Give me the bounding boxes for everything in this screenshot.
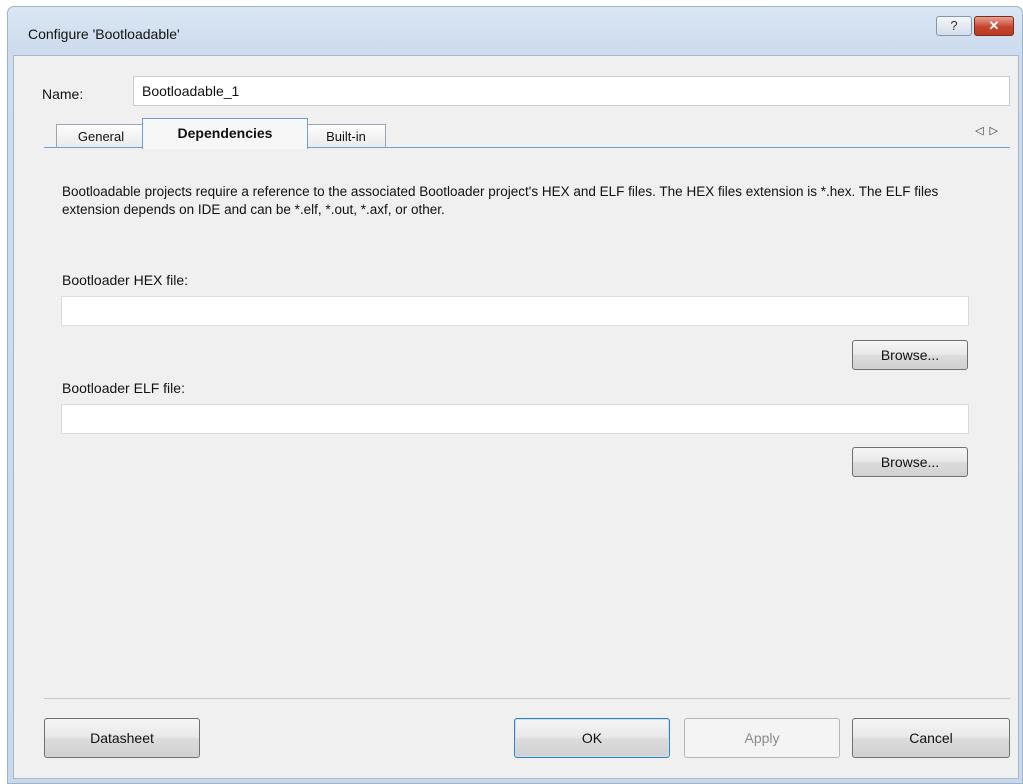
tab-scroll-left-icon[interactable]: ◁	[975, 125, 989, 137]
hex-file-input[interactable]	[61, 296, 969, 326]
title-bar[interactable]: Configure 'Bootloadable' ? ✕	[8, 7, 1022, 53]
help-icon: ?	[950, 18, 958, 33]
name-label: Name:	[42, 86, 84, 102]
tab-strip: General Dependencies Built-in	[44, 114, 1023, 149]
ok-button[interactable]: OK	[514, 718, 670, 758]
dialog-window: Configure 'Bootloadable' ? ✕ Name: Bootl…	[7, 6, 1023, 784]
cancel-button[interactable]: Cancel	[852, 718, 1010, 758]
name-input[interactable]: Bootloadable_1	[133, 76, 1010, 106]
footer-divider	[44, 698, 1010, 699]
tab-dependencies[interactable]: Dependencies	[142, 118, 308, 149]
apply-button[interactable]: Apply	[684, 718, 840, 758]
tab-scroll-right-icon[interactable]: ▷	[990, 125, 1004, 137]
tab-built-in[interactable]: Built-in	[306, 124, 386, 148]
window-title: Configure 'Bootloadable'	[28, 26, 180, 42]
datasheet-button[interactable]: Datasheet	[44, 718, 200, 758]
tab-scroll-arrows: ◁▷	[975, 124, 1004, 137]
elf-file-label: Bootloader ELF file:	[62, 380, 185, 396]
elf-file-input[interactable]	[61, 404, 969, 434]
dependencies-panel: Bootloadable projects require a referenc…	[44, 148, 1010, 698]
hex-file-label: Bootloader HEX file:	[62, 272, 189, 288]
dependencies-description: Bootloadable projects require a referenc…	[62, 184, 939, 217]
close-icon: ✕	[988, 18, 1000, 33]
help-button[interactable]: ?	[936, 16, 972, 36]
browse-hex-button[interactable]: Browse...	[852, 340, 968, 370]
tab-general[interactable]: General	[56, 124, 146, 148]
browse-elf-button[interactable]: Browse...	[852, 447, 968, 477]
dialog-client-area: Name: Bootloadable_1 General Dependencie…	[13, 55, 1019, 779]
close-button[interactable]: ✕	[974, 16, 1014, 36]
